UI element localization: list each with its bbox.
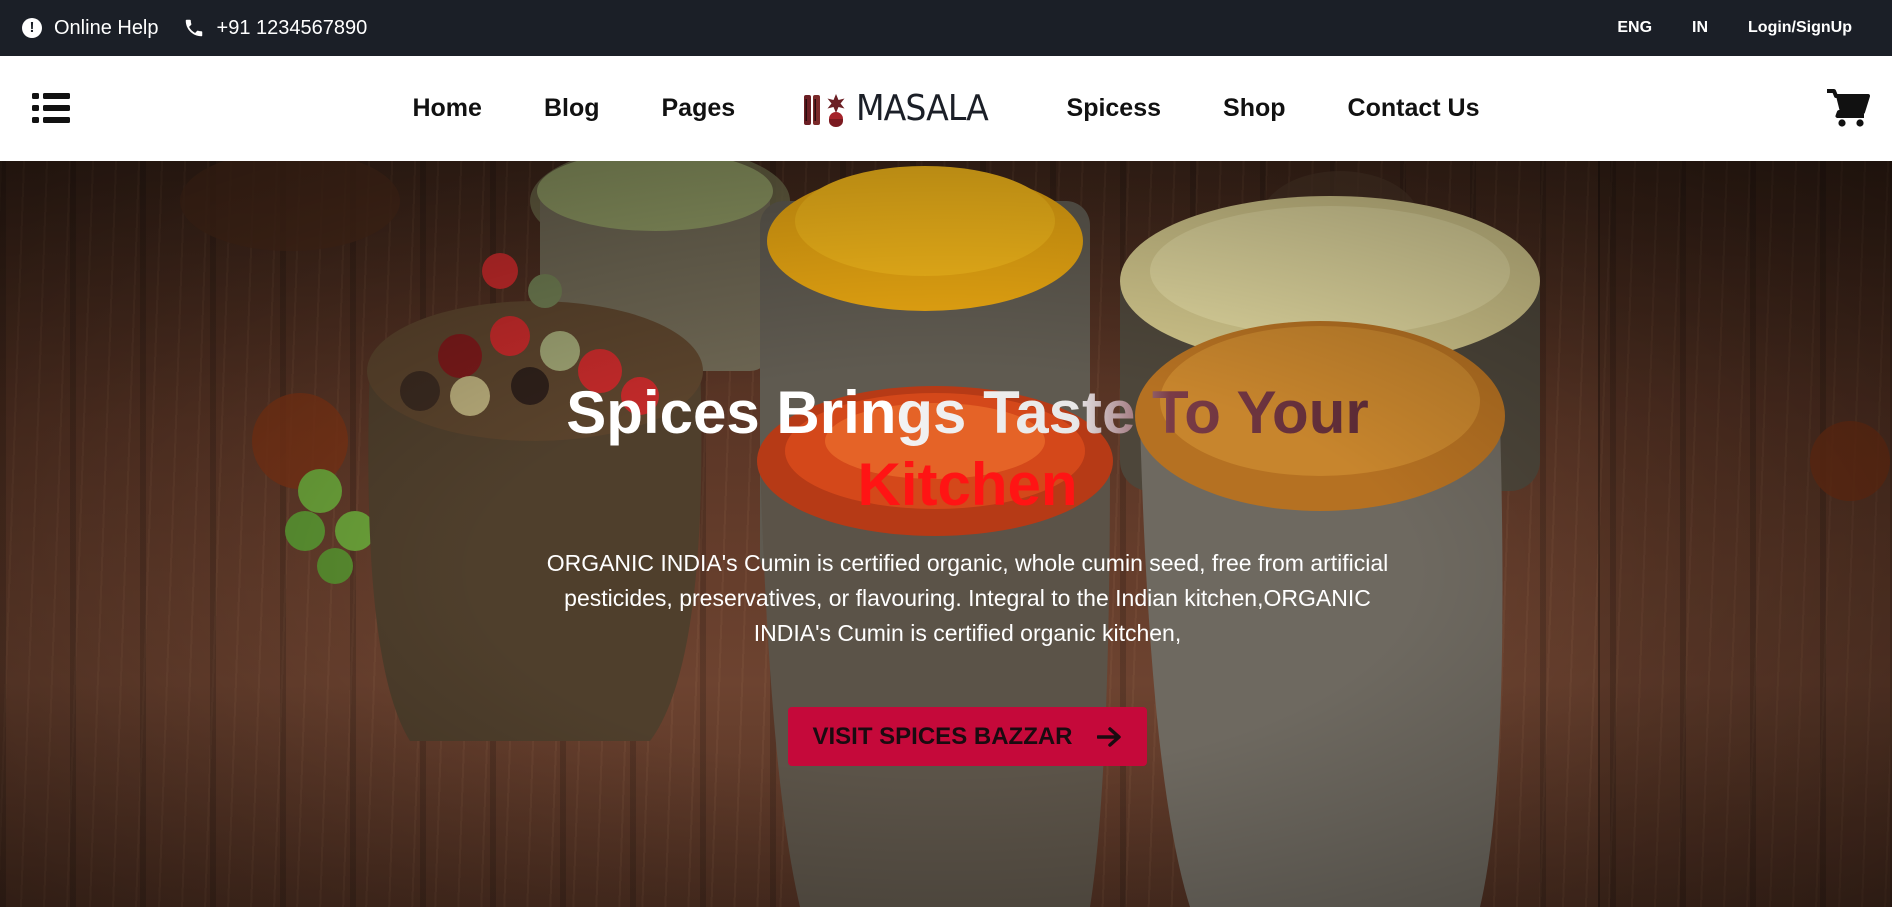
site-logo[interactable]: MASALA [802, 88, 999, 129]
nav-item-contact-us[interactable]: Contact Us [1348, 94, 1480, 123]
info-circle-icon: ! [22, 18, 42, 38]
region-selector[interactable]: IN [1692, 19, 1708, 37]
arrow-right-icon [1096, 726, 1121, 747]
nav-item-shop[interactable]: Shop [1223, 94, 1286, 123]
hero-title-part2: gs Taste To Your [896, 379, 1369, 446]
hero-title-part1: Spices Brin [566, 379, 897, 446]
shopping-cart-icon[interactable] [1826, 88, 1870, 128]
logo-text: MASALA [856, 88, 989, 129]
hero-overlay [0, 161, 1892, 907]
login-signup-link[interactable]: Login/SignUp [1748, 19, 1852, 37]
online-help-link[interactable]: ! Online Help [22, 17, 159, 40]
phone-number: +91 1234567890 [216, 16, 368, 39]
masala-logo-icon [804, 93, 845, 127]
nav-links: Home Blog Pages MASALA Spicess Shop Cont… [0, 56, 1892, 161]
top-bar: ! Online Help +91 1234567890 ENG IN Logi… [0, 0, 1892, 56]
top-bar-actions: ENG IN Login/SignUp [1617, 19, 1870, 37]
top-bar-contact: ! Online Help +91 1234567890 [22, 17, 367, 40]
cta-label: VISIT SPICES BAZZAR [812, 722, 1073, 750]
nav-item-blog[interactable]: Blog [544, 94, 600, 123]
hero-title: Spices Brings Taste To Your Kitchen [470, 377, 1465, 521]
nav-item-pages[interactable]: Pages [662, 94, 736, 123]
hero-title-accent: Kitchen [857, 451, 1078, 518]
main-nav: Home Blog Pages MASALA Spicess Shop Cont… [0, 56, 1892, 161]
phone-link[interactable]: +91 1234567890 [183, 16, 368, 40]
hero-description: ORGANIC INDIA's Cumin is certified organ… [546, 550, 1389, 646]
online-help-label: Online Help [54, 16, 159, 39]
language-selector[interactable]: ENG [1617, 19, 1652, 37]
nav-item-home[interactable]: Home [412, 94, 481, 123]
visit-spices-bazzar-button[interactable]: VISIT SPICES BAZZAR [788, 707, 1147, 766]
hero-banner: Spices Brings Taste To Your Kitchen ORGA… [0, 161, 1892, 907]
phone-icon [185, 19, 202, 37]
nav-item-spicess[interactable]: Spicess [1067, 94, 1162, 123]
